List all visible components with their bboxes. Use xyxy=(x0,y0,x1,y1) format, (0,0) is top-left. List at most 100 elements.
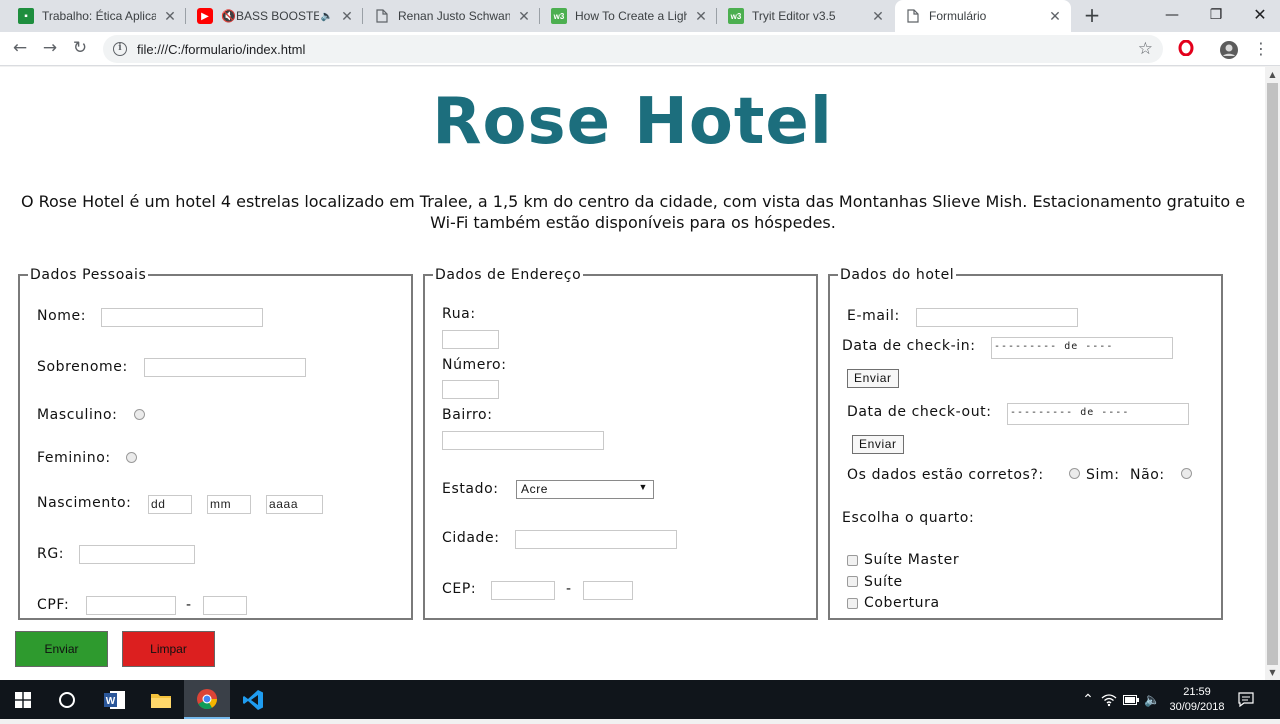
checkout-month-input[interactable]: --------- de ---- xyxy=(1007,403,1189,425)
tab-renan[interactable]: Renan Justo Schwanck ✕ xyxy=(364,0,540,32)
tab-formulario[interactable]: Formulário ✕ xyxy=(895,0,1071,32)
birth-month-input[interactable]: mm xyxy=(207,495,251,514)
close-icon[interactable]: ✕ xyxy=(693,8,709,25)
forward-arrow-icon[interactable]: → xyxy=(38,37,62,61)
rg-input[interactable] xyxy=(79,545,195,564)
tab-trabalho[interactable]: ▪ Trabalho: Ética Aplicada ✕ xyxy=(8,0,186,32)
legend-dados-endereco: Dados de Endereço xyxy=(435,267,582,283)
address-bar[interactable]: i file:///C:/formulario/index.html ☆ xyxy=(103,35,1163,63)
vscode-icon[interactable] xyxy=(230,680,276,719)
label-nome: Nome: xyxy=(37,308,87,324)
scrollbar-thumb[interactable] xyxy=(1267,83,1278,665)
sim-radio[interactable] xyxy=(1069,468,1080,479)
rua-input[interactable] xyxy=(442,330,499,349)
word-icon[interactable]: W xyxy=(92,680,138,719)
opera-icon[interactable] xyxy=(1177,39,1195,58)
page-title: Rose Hotel xyxy=(432,85,833,159)
minimize-button[interactable]: — xyxy=(1150,0,1194,32)
battery-icon[interactable] xyxy=(1123,680,1141,719)
estado-selected-value: Acre xyxy=(521,482,549,496)
volume-icon[interactable]: 🔈 xyxy=(1144,680,1162,719)
legend-dados-hotel: Dados do hotel xyxy=(840,267,955,283)
label-nao: Não: xyxy=(1130,467,1165,483)
email-input[interactable] xyxy=(916,308,1078,327)
scroll-up-icon[interactable]: ▲ xyxy=(1265,67,1280,82)
checkin-enviar-button[interactable]: Enviar xyxy=(847,369,899,388)
notifications-icon[interactable] xyxy=(1238,680,1260,719)
feminino-radio[interactable] xyxy=(126,452,137,463)
label-suite: Suíte xyxy=(864,574,903,590)
w3schools-icon: w3 xyxy=(551,8,567,24)
estado-select[interactable]: Acre ▼ xyxy=(516,480,654,499)
close-icon[interactable]: ✕ xyxy=(870,8,886,25)
clock-time: 21:59 xyxy=(1183,686,1211,698)
info-icon[interactable]: i xyxy=(113,42,127,56)
tab-lightbox[interactable]: w3 How To Create a Lightb ✕ xyxy=(541,0,717,32)
tab-divider xyxy=(539,8,540,24)
cidade-input[interactable] xyxy=(515,530,677,549)
reload-icon[interactable]: ↻ xyxy=(68,37,92,61)
chrome-icon[interactable] xyxy=(184,680,230,719)
numero-input[interactable] xyxy=(442,380,499,399)
suite-master-checkbox[interactable] xyxy=(847,555,858,566)
cep-suffix-input[interactable] xyxy=(583,581,633,600)
tab-bass-boosted[interactable]: ▶ 🔇BASS BOOSTED🔇 🔈 ✕ xyxy=(187,0,363,32)
tab-label: Renan Justo Schwanck xyxy=(398,9,510,23)
label-feminino: Feminino: xyxy=(37,450,111,466)
close-icon[interactable]: ✕ xyxy=(339,8,355,25)
menu-dots-icon[interactable]: ⋮ xyxy=(1252,40,1270,58)
checkin-month-input[interactable]: --------- de ---- xyxy=(991,337,1173,359)
label-suite-master: Suíte Master xyxy=(864,552,960,568)
tab-divider xyxy=(716,8,717,24)
cpf-digit-input[interactable] xyxy=(203,596,247,615)
classroom-icon: ▪ xyxy=(18,8,34,24)
birth-day-input[interactable]: dd xyxy=(148,495,192,514)
label-cidade: Cidade: xyxy=(442,530,500,546)
nao-radio[interactable] xyxy=(1181,468,1192,479)
close-icon[interactable]: ✕ xyxy=(162,8,178,25)
tab-label: 🔇BASS BOOSTED🔇 xyxy=(221,9,319,23)
new-tab-button[interactable]: + xyxy=(1082,5,1102,27)
bookmark-star-icon[interactable]: ☆ xyxy=(1138,39,1153,59)
nome-input[interactable] xyxy=(101,308,263,327)
clock-date: 30/09/2018 xyxy=(1169,701,1225,713)
close-window-button[interactable]: ✕ xyxy=(1238,0,1280,32)
document-icon xyxy=(374,8,390,24)
cpf-separator: - xyxy=(186,597,192,613)
label-sobrenome: Sobrenome: xyxy=(37,359,128,375)
label-escolha-quarto: Escolha o quarto: xyxy=(842,510,975,526)
label-cobertura: Cobertura xyxy=(864,595,940,611)
tray-expand-icon[interactable]: ⌃ xyxy=(1078,680,1098,719)
vertical-scrollbar[interactable]: ▲ ▼ xyxy=(1265,67,1280,680)
file-explorer-icon[interactable] xyxy=(138,680,184,719)
cep-input[interactable] xyxy=(491,581,555,600)
wifi-icon[interactable] xyxy=(1101,680,1119,719)
sobrenome-input[interactable] xyxy=(144,358,306,377)
back-arrow-icon[interactable]: ← xyxy=(8,37,32,61)
close-icon[interactable]: ✕ xyxy=(516,8,532,25)
profile-avatar-icon[interactable] xyxy=(1219,40,1238,59)
label-nascimento: Nascimento: xyxy=(37,495,132,511)
cpf-input[interactable] xyxy=(86,596,176,615)
tab-tryit[interactable]: w3 Tryit Editor v3.5 ✕ xyxy=(718,0,894,32)
birth-year-input[interactable]: aaaa xyxy=(266,495,323,514)
reset-button[interactable]: Limpar xyxy=(122,631,215,667)
cobertura-checkbox[interactable] xyxy=(847,598,858,609)
tab-label: Formulário xyxy=(929,9,987,23)
windows-start-icon[interactable] xyxy=(0,680,46,719)
suite-checkbox[interactable] xyxy=(847,576,858,587)
masculino-radio[interactable] xyxy=(134,409,145,420)
hotel-description: O Rose Hotel é um hotel 4 estrelas local… xyxy=(20,192,1246,232)
close-icon[interactable]: ✕ xyxy=(1047,8,1063,25)
submit-button[interactable]: Enviar xyxy=(15,631,108,667)
speaker-icon[interactable]: 🔈 xyxy=(321,11,333,22)
fieldset-dados-pessoais: Dados Pessoais Nome: Sobrenome: Masculin… xyxy=(18,267,413,620)
bairro-input[interactable] xyxy=(442,431,604,450)
scroll-down-icon[interactable]: ▼ xyxy=(1265,665,1280,680)
system-clock[interactable]: 21:59 30/09/2018 xyxy=(1166,680,1228,719)
label-rg: RG: xyxy=(37,546,65,562)
maximize-button[interactable]: ❐ xyxy=(1194,0,1238,32)
cortana-search-icon[interactable] xyxy=(44,680,90,719)
label-numero: Número: xyxy=(442,357,507,373)
checkout-enviar-button[interactable]: Enviar xyxy=(852,435,904,454)
